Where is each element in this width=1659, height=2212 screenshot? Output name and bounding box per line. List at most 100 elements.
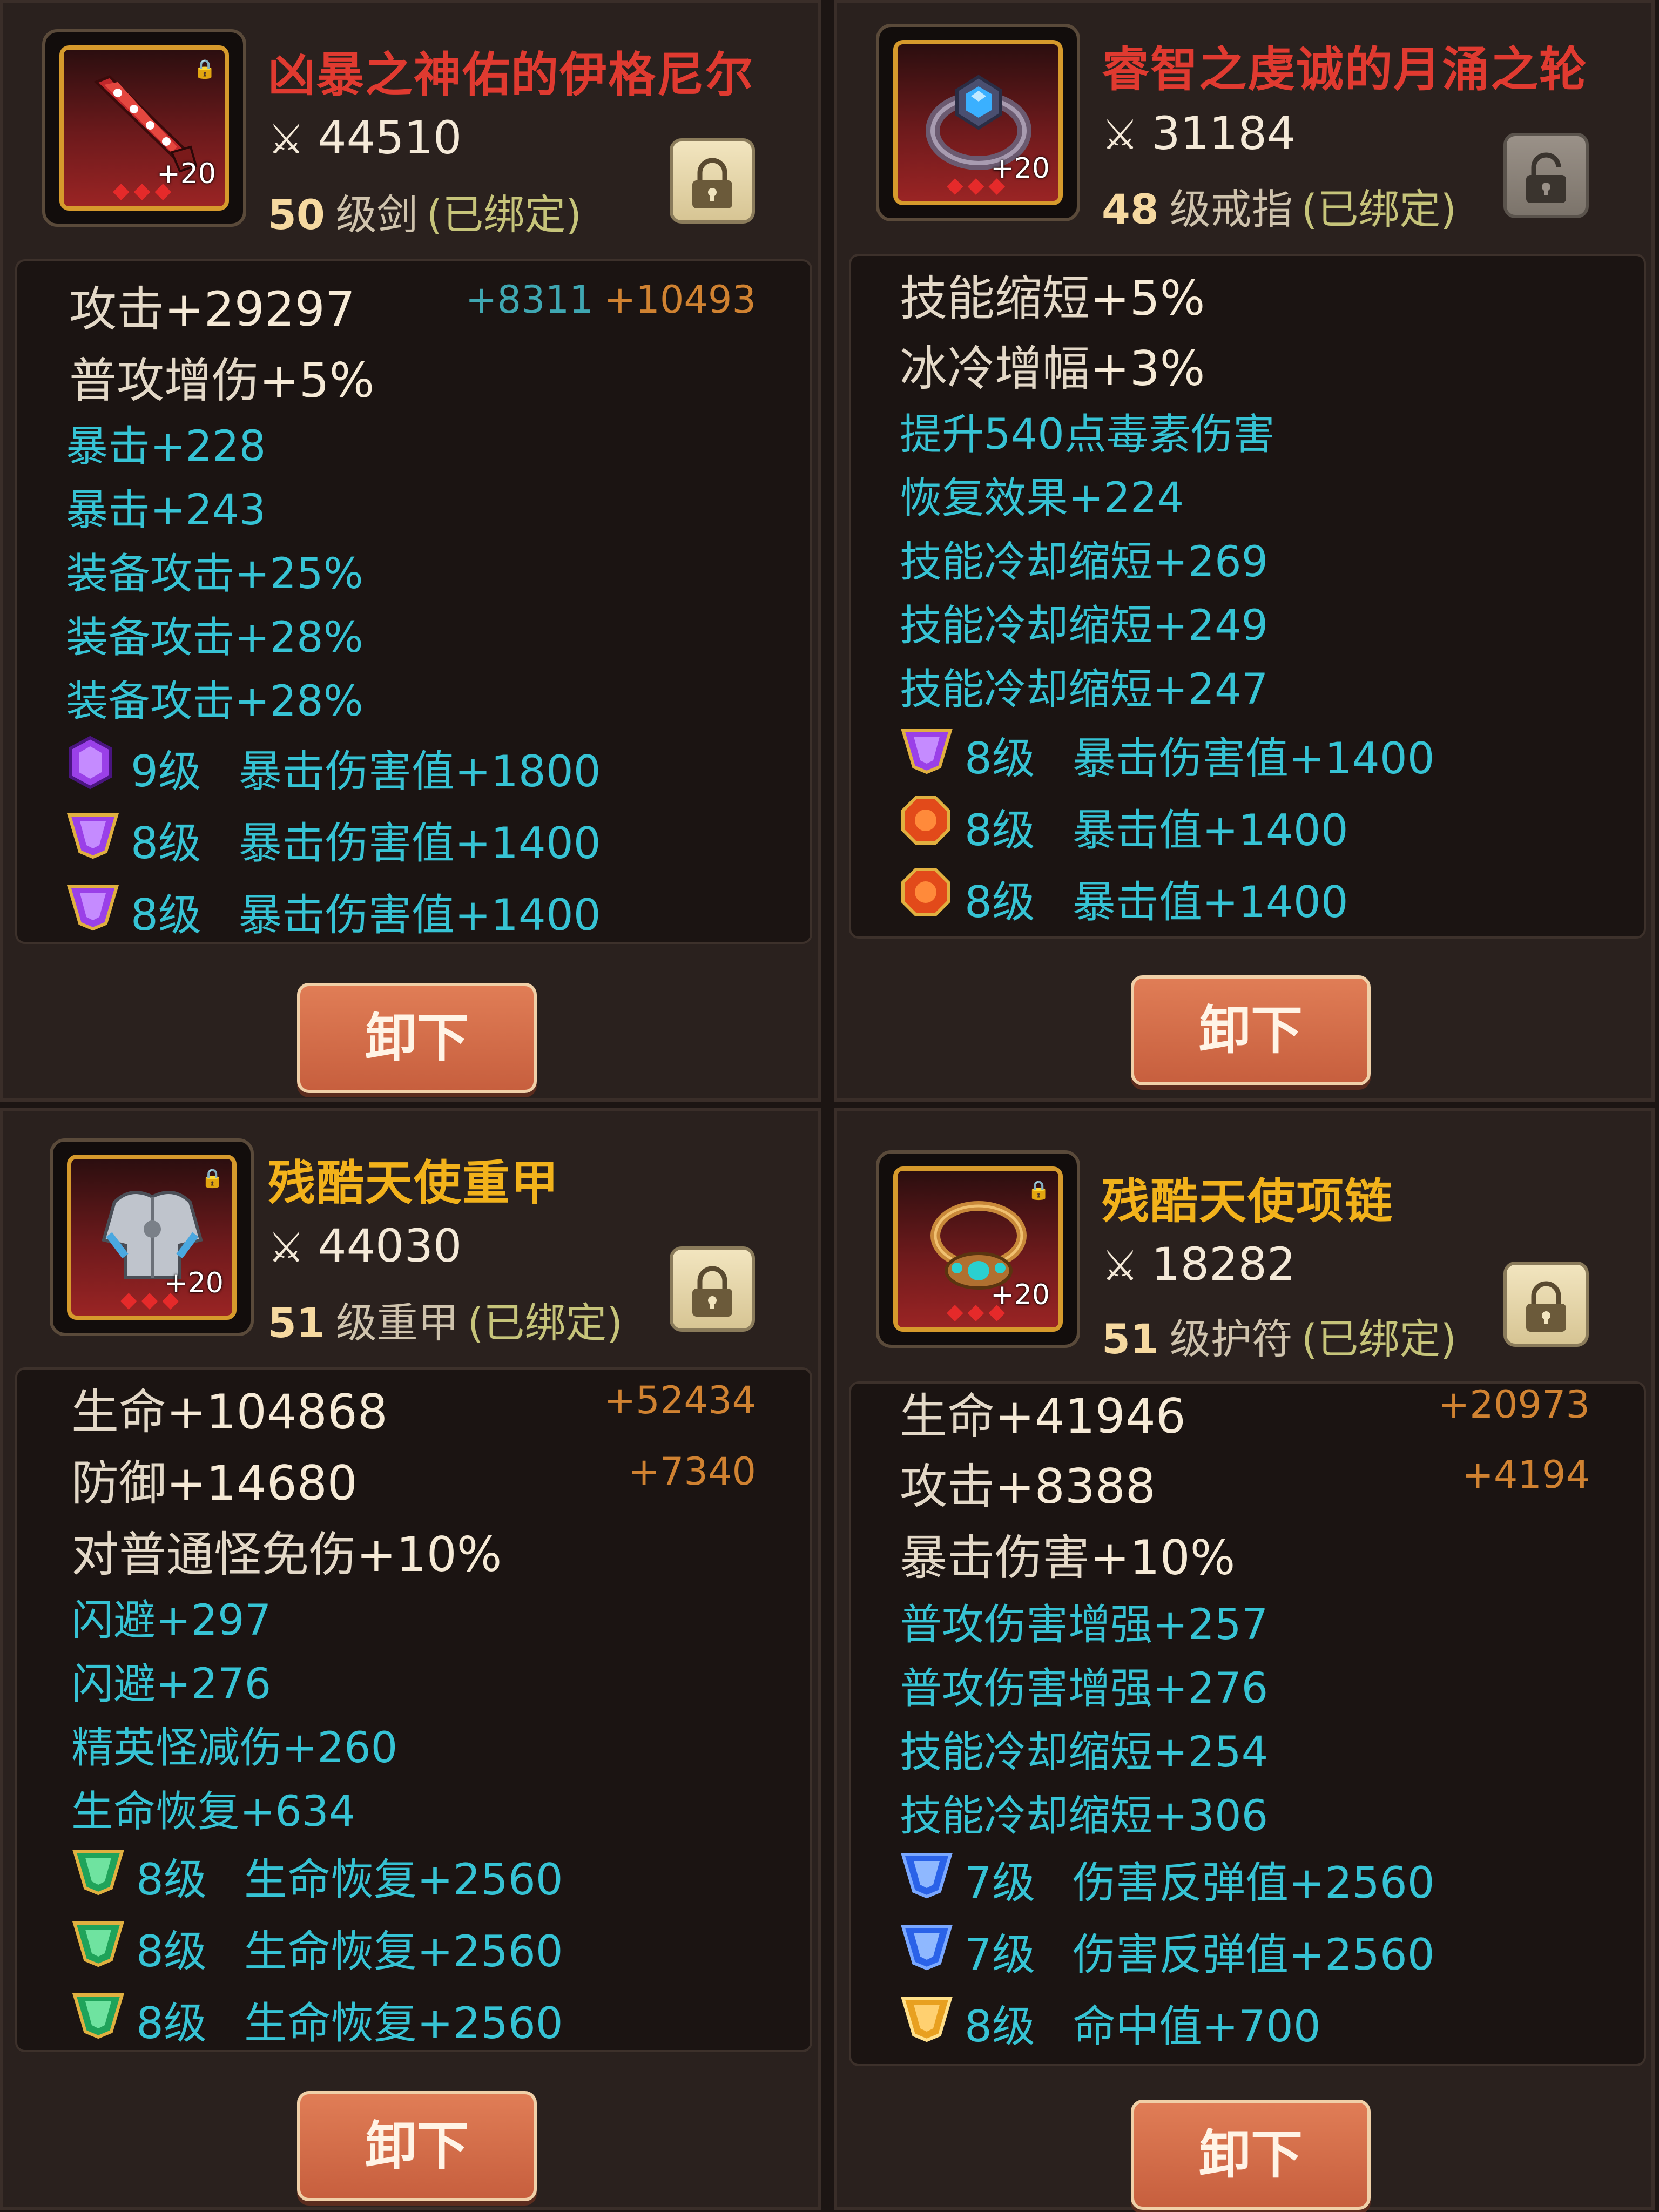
item-icon-frame[interactable]: 🔒 +20 ◆◆◆ <box>50 1138 254 1336</box>
crossed-swords-icon: ⚔ <box>1102 1242 1139 1290</box>
equipment-card-armor: 🔒 +20 ◆◆◆ 残酷天使重甲 ⚔ 44030 51 级重甲 (已绑定) 生命+10… <box>0 1108 821 2210</box>
orange-round-gem-icon <box>901 868 950 916</box>
combat-power: ⚔ 44030 <box>268 1219 462 1272</box>
bound-status: (已绑定) <box>467 1299 623 1347</box>
sub-stat: 装备攻击+28% <box>66 613 363 662</box>
item-level-line: 48 级戒指 (已绑定) <box>1102 176 1456 235</box>
lock-button[interactable] <box>670 1246 755 1332</box>
sub-stat: 暴击+228 <box>66 422 266 471</box>
stat-bonus: +8311 +10493 <box>465 278 756 322</box>
unlocked-lock-icon <box>1526 152 1566 203</box>
sub-stat: 技能冷却缩短+254 <box>900 1728 1269 1777</box>
yellow-gem-icon <box>900 1997 953 2042</box>
lock-button[interactable] <box>1503 1262 1589 1347</box>
main-stat: 攻击+8388 <box>900 1459 1156 1514</box>
equipment-card-sword: 🔒 +20 ◆◆◆ 凶暴之神佑的伊格尼尔 ⚔ 44510 50 级剑 (已绑定) 攻击… <box>0 0 821 1102</box>
purple-gem-icon <box>66 813 119 859</box>
item-icon-frame[interactable]: 🔒 +20 ◆◆◆ <box>42 29 246 227</box>
unequip-button[interactable]: 卸下 <box>297 983 537 1093</box>
sub-stat: 装备攻击+25% <box>66 550 363 598</box>
sub-stat: 闪避+276 <box>71 1660 272 1709</box>
stat-bonus: +4194 <box>1462 1453 1590 1497</box>
item-type: 级剑 <box>335 191 418 239</box>
combat-power-value: 44510 <box>318 111 462 164</box>
bound-status: (已绑定) <box>1301 1315 1457 1363</box>
bound-status: (已绑定) <box>1301 185 1457 233</box>
unequip-button[interactable]: 卸下 <box>1131 975 1371 1085</box>
item-name: 凶暴之神佑的伊格尼尔 <box>268 47 754 103</box>
equipment-card-necklace: 🔒 +20 ◆◆◆ 残酷天使项链 ⚔ 18282 51 级护符 (已绑定) 生命+41… <box>834 1108 1655 2210</box>
item-type: 级重甲 <box>335 1299 459 1347</box>
star-rating-icons: ◆◆◆ <box>112 178 176 203</box>
purple-hex-gem-icon <box>69 736 112 790</box>
green-gem-icon <box>72 1850 125 1896</box>
stats-panel: 生命+41946 +20973 攻击+8388 +4194 暴击伤害+10% 普… <box>849 1381 1646 2066</box>
combat-power-value: 31184 <box>1151 107 1296 160</box>
stat-bonus: +7340 <box>628 1449 756 1494</box>
combat-power-value: 44030 <box>318 1219 462 1272</box>
crossed-swords-icon: ⚔ <box>268 1223 305 1271</box>
sub-stat: 生命恢复+634 <box>71 1788 356 1836</box>
sub-stat: 技能冷却缩短+247 <box>900 665 1269 714</box>
combat-power: ⚔ 18282 <box>1102 1238 1296 1291</box>
main-stat: 生命+41946 <box>900 1388 1186 1444</box>
item-level: 51 <box>1102 1315 1159 1363</box>
stat-bonus: +20973 <box>1438 1382 1590 1427</box>
main-stat: 冰冷增幅+3% <box>900 341 1205 396</box>
sub-stat: 装备攻击+28% <box>66 677 363 726</box>
item-icon-frame[interactable]: 🔒 +20 ◆◆◆ <box>876 1150 1080 1348</box>
small-lock-icon: 🔒 <box>1027 1179 1050 1201</box>
star-rating-icons: ◆◆◆ <box>946 173 1010 198</box>
star-rating-icons: ◆◆◆ <box>946 1299 1010 1324</box>
stat-bonus: +52434 <box>604 1378 756 1422</box>
green-gem-icon <box>72 1993 125 2039</box>
item-level-line: 50 级剑 (已绑定) <box>268 181 582 241</box>
stats-panel: 攻击+29297 +8311 +10493 普攻增伤+5% 暴击+228 暴击+2… <box>15 259 812 944</box>
crossed-swords-icon: ⚔ <box>268 115 305 163</box>
combat-power: ⚔ 44510 <box>268 111 462 164</box>
sub-stat: 技能冷却缩短+249 <box>900 602 1269 650</box>
small-lock-icon: 🔒 <box>193 58 217 80</box>
unequip-button[interactable]: 卸下 <box>297 2091 537 2201</box>
lock-icon <box>1526 1281 1566 1332</box>
item-name: 残酷天使重甲 <box>268 1155 560 1211</box>
sub-stat: 技能冷却缩短+269 <box>900 538 1269 586</box>
stats-panel: 生命+104868 +52434 防御+14680 +7340 对普通怪免伤+1… <box>15 1367 812 2052</box>
green-gem-icon <box>72 1921 125 1967</box>
lock-icon <box>692 158 732 208</box>
main-stat: 防御+14680 <box>71 1455 358 1511</box>
orange-round-gem-icon <box>901 796 950 845</box>
item-icon-frame[interactable]: +20 ◆◆◆ <box>876 24 1080 221</box>
blue-gem-icon <box>900 1925 953 1971</box>
item-level: 51 <box>268 1299 325 1347</box>
blue-gem-icon <box>900 1853 953 1899</box>
sub-stat: 闪避+297 <box>71 1596 272 1645</box>
bound-status: (已绑定) <box>426 191 582 239</box>
sub-stat: 普攻伤害增强+276 <box>900 1664 1269 1713</box>
lock-button[interactable] <box>670 138 755 224</box>
combat-power: ⚔ 31184 <box>1102 107 1296 160</box>
item-name: 睿智之虔诚的月涌之轮 <box>1102 42 1588 97</box>
crossed-swords-icon: ⚔ <box>1102 111 1139 159</box>
item-type: 级护符 <box>1169 1315 1293 1363</box>
unlock-button[interactable] <box>1503 133 1589 218</box>
purple-gem-icon <box>66 885 119 931</box>
purple-gem-icon <box>900 729 953 774</box>
unequip-button[interactable]: 卸下 <box>1131 2100 1371 2210</box>
sub-stat: 提升540点毒素伤害 <box>900 410 1275 459</box>
main-stat: 技能缩短+5% <box>900 271 1205 326</box>
main-stat: 对普通怪免伤+10% <box>71 1527 502 1582</box>
main-stat: 暴击伤害+10% <box>900 1530 1236 1586</box>
combat-power-value: 18282 <box>1151 1238 1296 1291</box>
main-stat: 普攻增伤+5% <box>69 353 375 408</box>
star-rating-icons: ◆◆◆ <box>120 1287 184 1312</box>
sub-stat: 技能冷却缩短+306 <box>900 1792 1269 1840</box>
lock-icon <box>692 1266 732 1317</box>
sub-stat: 普攻伤害增强+257 <box>900 1601 1269 1649</box>
item-type: 级戒指 <box>1169 185 1293 233</box>
main-stat: 生命+104868 <box>71 1384 388 1440</box>
equipment-card-ring: +20 ◆◆◆ 睿智之虔诚的月涌之轮 ⚔ 31184 48 级戒指 (已绑定) 技能缩… <box>834 0 1655 1102</box>
item-name: 残酷天使项链 <box>1102 1174 1394 1229</box>
sub-stat: 精英怪减伤+260 <box>71 1724 398 1772</box>
item-level-line: 51 级护符 (已绑定) <box>1102 1306 1456 1365</box>
